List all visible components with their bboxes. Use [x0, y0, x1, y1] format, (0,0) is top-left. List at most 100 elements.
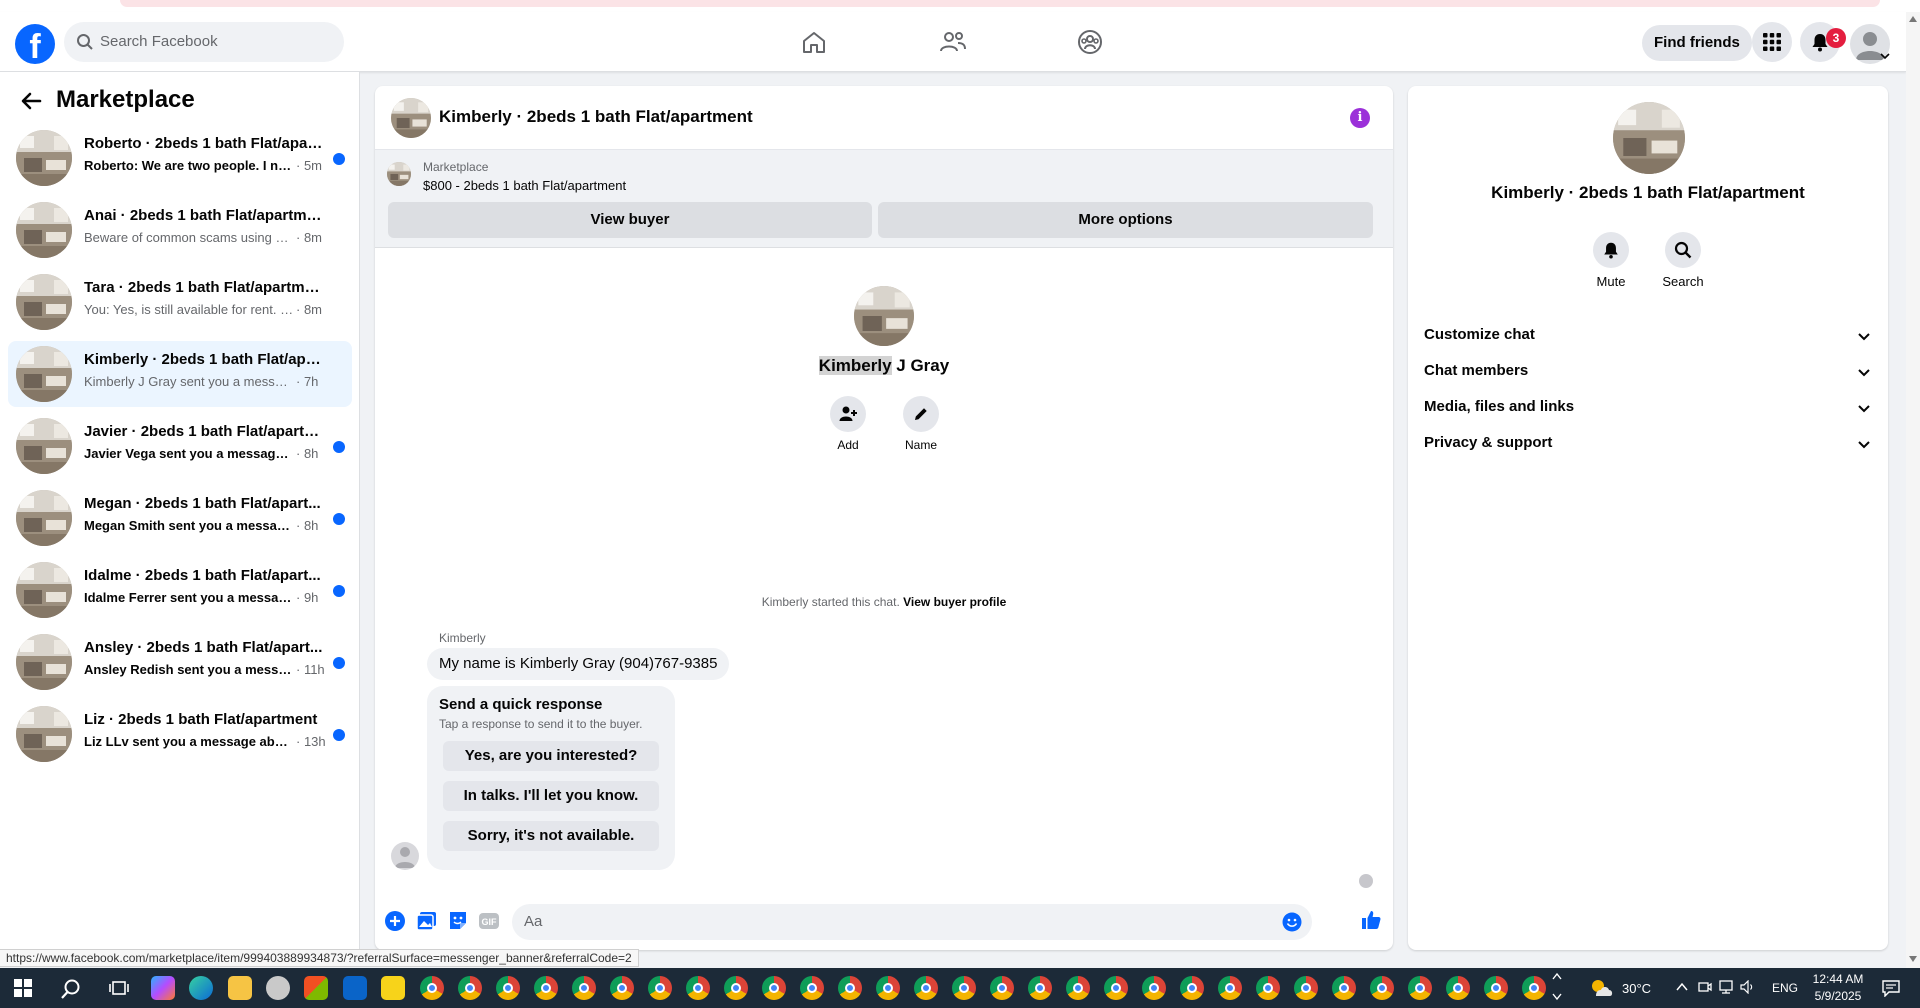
- chrome-icon[interactable]: [458, 976, 482, 1000]
- edge-icon[interactable]: [189, 976, 213, 1000]
- more-options-button[interactable]: More options: [878, 202, 1373, 238]
- taskbar-search-icon[interactable]: [60, 978, 82, 1000]
- find-friends-button[interactable]: Find friends: [1642, 25, 1752, 61]
- app-icon[interactable]: [266, 976, 290, 1000]
- meet-icon[interactable]: [1698, 980, 1712, 994]
- file-explorer-icon[interactable]: [228, 976, 252, 1000]
- chrome-icon[interactable]: [990, 976, 1014, 1000]
- chrome-icon[interactable]: [762, 976, 786, 1000]
- chrome-icon[interactable]: [1104, 976, 1128, 1000]
- chrome-icon[interactable]: [1066, 976, 1090, 1000]
- chrome-icon[interactable]: [1218, 976, 1242, 1000]
- conversation-item[interactable]: Anai · 2beds 1 bath Flat/apartment Beware…: [8, 197, 352, 263]
- volume-icon[interactable]: [1740, 980, 1756, 994]
- chrome-icon[interactable]: [800, 976, 824, 1000]
- back-arrow-icon[interactable]: [20, 90, 42, 112]
- chevron-down-icon[interactable]: [1880, 52, 1890, 60]
- clock-time[interactable]: 12:44 AM: [1808, 972, 1868, 986]
- taskbar-scroll-down-icon[interactable]: [1552, 990, 1562, 1004]
- quick-response-button[interactable]: Yes, are you interested?: [443, 741, 659, 771]
- home-icon[interactable]: [798, 26, 830, 58]
- chrome-icon[interactable]: [1180, 976, 1204, 1000]
- chrome-icon[interactable]: [420, 976, 444, 1000]
- store-icon[interactable]: [304, 976, 328, 1000]
- details-section-toggle[interactable]: Media, files and links: [1424, 390, 1876, 426]
- details-section-toggle[interactable]: Chat members: [1424, 354, 1876, 390]
- network-icon[interactable]: [1718, 980, 1734, 994]
- chrome-icon[interactable]: [952, 976, 976, 1000]
- search-in-chat-button[interactable]: Search: [1653, 232, 1713, 289]
- clock-date[interactable]: 5/9/2025: [1808, 989, 1868, 1003]
- chrome-icon[interactable]: [724, 976, 748, 1000]
- quick-response-button[interactable]: In talks. I'll let you know.: [443, 781, 659, 811]
- chrome-icon[interactable]: [1142, 976, 1166, 1000]
- chrome-icon[interactable]: [1522, 976, 1546, 1000]
- info-icon[interactable]: i: [1350, 108, 1370, 128]
- chrome-icon[interactable]: [496, 976, 520, 1000]
- emoji-icon[interactable]: [1282, 912, 1302, 932]
- friends-icon[interactable]: [937, 26, 969, 58]
- details-section-toggle[interactable]: Privacy & support: [1424, 426, 1876, 462]
- scroll-down-arrow-icon[interactable]: [1909, 956, 1917, 962]
- chrome-icon[interactable]: [1256, 976, 1280, 1000]
- conversation-item[interactable]: Javier · 2beds 1 bath Flat/apartm... Javi…: [8, 413, 352, 479]
- facebook-logo-icon[interactable]: f: [15, 24, 55, 64]
- scroll-up-arrow-icon[interactable]: [1909, 16, 1917, 22]
- groups-icon[interactable]: [1074, 26, 1106, 58]
- photo-icon[interactable]: [416, 910, 438, 932]
- gif-icon[interactable]: GIF: [478, 910, 500, 932]
- conversation-item[interactable]: Tara · 2beds 1 bath Flat/apartment You: Y…: [8, 269, 352, 335]
- chat-listing-thumbnail[interactable]: [391, 98, 431, 138]
- chrome-icon[interactable]: [914, 976, 938, 1000]
- chrome-icon[interactable]: [1484, 976, 1508, 1000]
- conversation-item[interactable]: Kimberly · 2beds 1 bath Flat/apart... Kim…: [8, 341, 352, 407]
- chrome-icon[interactable]: [1370, 976, 1394, 1000]
- edit-name-button[interactable]: Name: [891, 396, 951, 452]
- chrome-icon[interactable]: [686, 976, 710, 1000]
- chrome-icon[interactable]: [876, 976, 900, 1000]
- mute-button[interactable]: Mute: [1581, 232, 1641, 289]
- conversation-item[interactable]: Liz · 2beds 1 bath Flat/apartment Liz LLv…: [8, 701, 352, 767]
- chrome-icon[interactable]: [1408, 976, 1432, 1000]
- message-bubble[interactable]: My name is Kimberly Gray (904)767-9385: [427, 648, 730, 680]
- conversation-item[interactable]: Megan · 2beds 1 bath Flat/apart... Megan …: [8, 485, 352, 551]
- weather-icon[interactable]: [1588, 976, 1614, 1000]
- windows-start-icon[interactable]: [14, 979, 32, 997]
- view-buyer-profile-link[interactable]: View buyer profile: [903, 595, 1006, 609]
- conversation-item[interactable]: Roberto · 2beds 1 bath Flat/apar... Rober…: [8, 125, 352, 191]
- message-input[interactable]: Aa: [512, 904, 1312, 940]
- conversation-item[interactable]: Idalme · 2beds 1 bath Flat/apart... Idalm…: [8, 557, 352, 623]
- chrome-icon[interactable]: [648, 976, 672, 1000]
- sticky-notes-icon[interactable]: [381, 976, 405, 1000]
- chrome-icon[interactable]: [610, 976, 634, 1000]
- taskbar-scroll-up-icon[interactable]: [1552, 970, 1562, 984]
- tray-chevron-up-icon[interactable]: [1676, 982, 1688, 992]
- add-member-button[interactable]: Add: [818, 396, 878, 452]
- conversation-item[interactable]: Ansley · 2beds 1 bath Flat/apart... Ansle…: [8, 629, 352, 695]
- sticker-icon[interactable]: [447, 910, 469, 932]
- chrome-icon[interactable]: [1028, 976, 1052, 1000]
- chrome-icon[interactable]: [1332, 976, 1356, 1000]
- notification-center-icon[interactable]: [1882, 979, 1900, 997]
- view-buyer-button[interactable]: View buyer: [388, 202, 872, 238]
- quick-response-button[interactable]: Sorry, it's not available.: [443, 821, 659, 851]
- chrome-icon[interactable]: [1446, 976, 1470, 1000]
- chrome-icon[interactable]: [838, 976, 862, 1000]
- quick-response-subtitle: Tap a response to send it to the buyer.: [439, 717, 643, 731]
- chrome-icon[interactable]: [1294, 976, 1318, 1000]
- banner-listing-title[interactable]: $800 - 2beds 1 bath Flat/apartment: [423, 178, 626, 193]
- language-indicator[interactable]: ENG: [1772, 981, 1798, 995]
- menu-button[interactable]: [1752, 22, 1792, 62]
- page-scrollbar[interactable]: [1906, 12, 1920, 968]
- chat-title[interactable]: Kimberly · 2beds 1 bath Flat/apartment: [439, 107, 753, 127]
- outlook-icon[interactable]: [343, 976, 367, 1000]
- thumbs-up-icon[interactable]: [1360, 909, 1382, 931]
- chrome-icon[interactable]: [534, 976, 558, 1000]
- task-view-icon[interactable]: [109, 979, 129, 997]
- details-section-toggle[interactable]: Customize chat: [1424, 318, 1876, 354]
- plus-circle-icon[interactable]: [384, 910, 406, 932]
- chrome-icon[interactable]: [572, 976, 596, 1000]
- search-input[interactable]: Search Facebook: [64, 22, 344, 62]
- copilot-icon[interactable]: [151, 976, 175, 1000]
- weather-temperature[interactable]: 30°C: [1622, 981, 1651, 996]
